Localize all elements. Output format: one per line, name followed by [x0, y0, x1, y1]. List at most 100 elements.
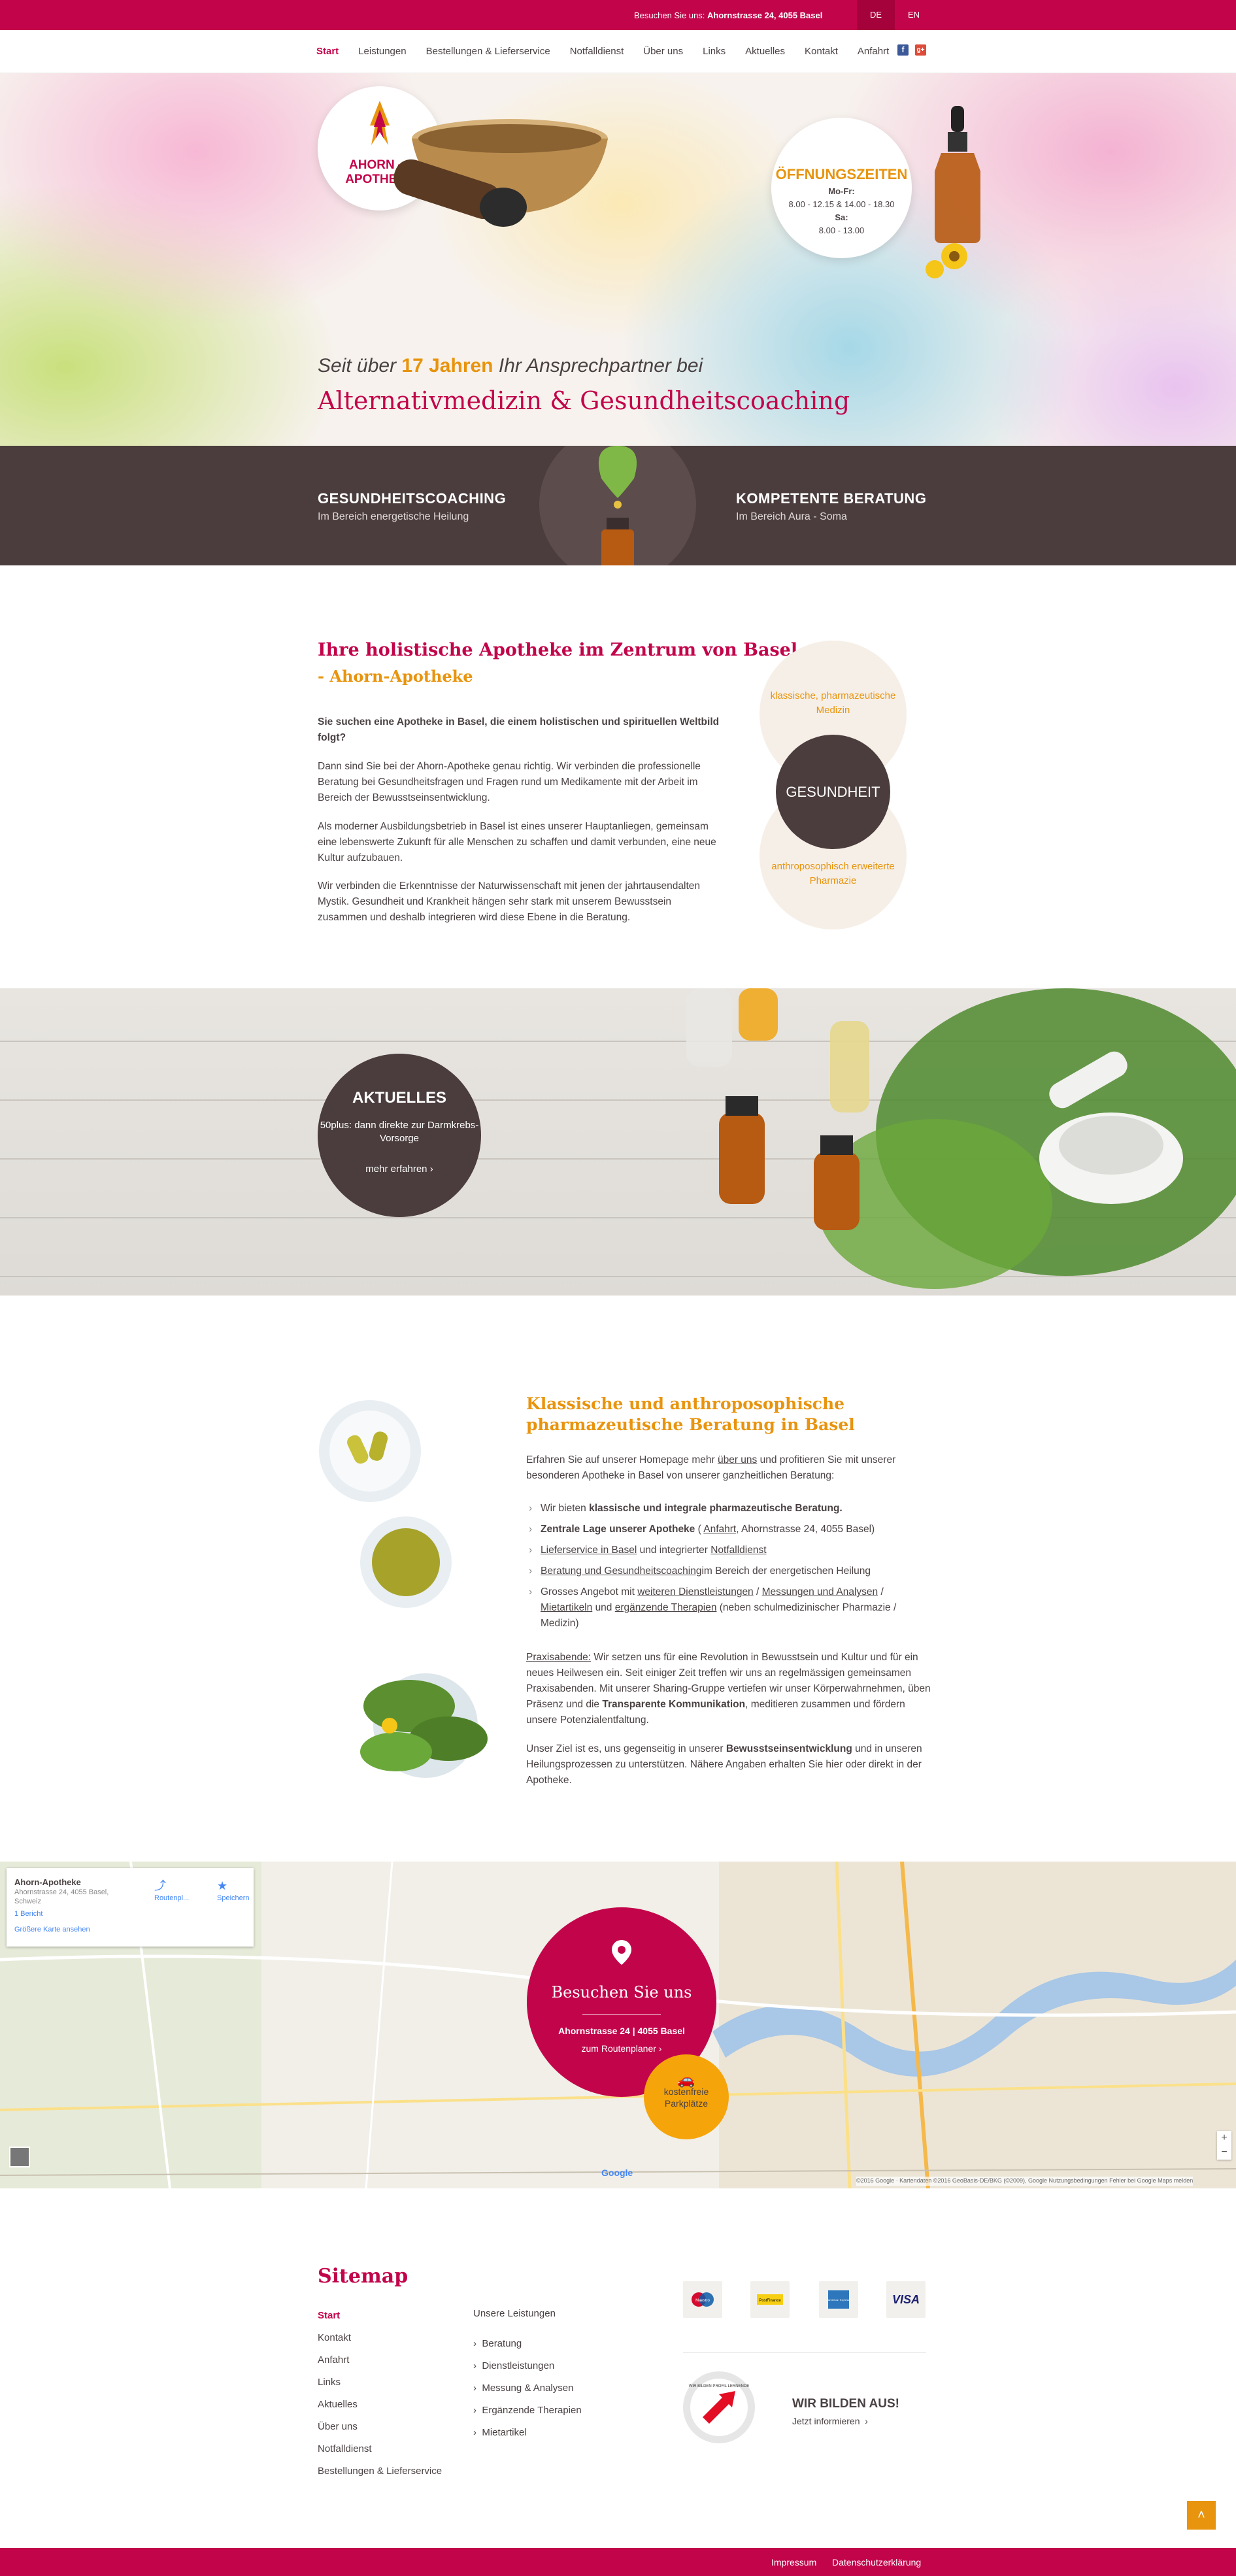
b1-pre: Wir bieten	[541, 1503, 586, 1514]
chevron-right-icon: ›	[865, 2416, 868, 2426]
nav-start[interactable]: Start	[316, 44, 339, 59]
sitemap-link[interactable]: Links	[318, 2371, 442, 2394]
intro-paragraph-2: Als moderner Ausbildungsbetrieb in Basel…	[318, 821, 716, 863]
hero-tagline: Seit über 17 Jahren Ihr Ansprechpartner …	[318, 351, 703, 380]
ausbildung-link[interactable]: Jetzt informieren ›	[792, 2415, 868, 2428]
opening-day1: Mo-Fr:	[828, 186, 855, 196]
sitemap-link[interactable]: Anfahrt	[318, 2349, 442, 2371]
p3-bold: Bewusstseinsentwicklung	[726, 1743, 852, 1754]
leistung-link[interactable]: Messung & Analysen	[482, 2383, 573, 2394]
scroll-to-top-button[interactable]: ˄	[1187, 2501, 1216, 2530]
list-item: Zentrale Lage unserer Apotheke ( Anfahrt…	[526, 1522, 931, 1537]
sitemap-title: Sitemap	[318, 2265, 409, 2288]
b1-bold: klassische und integrale pharmazeutische…	[589, 1503, 843, 1514]
google-plus-icon[interactable]: g+	[915, 44, 926, 56]
hero-tag-pre: Seit über	[318, 355, 397, 376]
ueber-uns-link[interactable]: über uns	[718, 1454, 757, 1465]
route-planner-label[interactable]: Routenpl...	[154, 1893, 189, 1904]
sitemap-col1: Start Kontakt Anfahrt Links Aktuelles Üb…	[318, 2305, 442, 2483]
visa-label: VISA	[892, 2293, 920, 2306]
leistungen-title: Unsere Leistungen	[473, 2308, 556, 2319]
lieferservice-link[interactable]: Lieferservice in Basel	[541, 1545, 637, 1556]
nav-leistungen[interactable]: Leistungen	[358, 44, 406, 59]
directions-icon[interactable]: ⤴	[154, 1877, 166, 1895]
visa-icon: VISA	[886, 2281, 926, 2318]
herbs-bottles-image	[686, 988, 1236, 1289]
services-title: Klassische und anthroposophische pharmaz…	[526, 1394, 855, 1434]
opening-title: ÖFFNUNGSZEITEN	[775, 166, 908, 182]
bottom-bar: Impressum Datenschutzerklärung	[0, 2548, 1236, 2576]
anfahrt-link[interactable]: Anfahrt	[703, 1524, 736, 1535]
save-place-label[interactable]: Speichern	[217, 1893, 250, 1904]
remedies-illustration	[319, 1400, 488, 1778]
opening-hours-badge: ÖFFNUNGSZEITEN Mo-Fr: 8.00 - 12.15 & 14.…	[771, 118, 912, 258]
sitemap-link[interactable]: Über uns	[318, 2416, 442, 2438]
visit-label: Besuchen Sie uns:	[634, 10, 705, 20]
band-right[interactable]: KOMPETENTE BERATUNG Im Bereich Aura - So…	[736, 488, 926, 525]
nav-bestellungen[interactable]: Bestellungen & Lieferservice	[426, 44, 550, 59]
aktuelles-banner: AKTUELLES 50plus: dann direkte zur Darmk…	[0, 988, 1236, 1296]
main-nav: Start Leistungen Bestellungen & Lieferse…	[0, 30, 1236, 73]
lang-de-button[interactable]: DE	[857, 0, 895, 30]
mietartikel-link[interactable]: Mietartikeln	[541, 1602, 592, 1613]
datenschutz-link[interactable]: Datenschutzerklärung	[832, 2556, 921, 2569]
nav-anfahrt[interactable]: Anfahrt	[858, 44, 889, 59]
leistung-link[interactable]: Mietartikel	[482, 2427, 526, 2438]
map-card-reviews[interactable]: 1 Bericht	[14, 1909, 42, 1920]
opening-hours1: 8.00 - 12.15 & 14.00 - 18.30	[788, 199, 895, 209]
chevron-right-icon: ›	[473, 2383, 476, 2394]
dienstleistungen-link[interactable]: weiteren Dienstleistungen	[637, 1586, 754, 1597]
sitemap-link[interactable]: Start	[318, 2305, 442, 2327]
messungen-link[interactable]: Messungen und Analysen	[762, 1586, 878, 1597]
nav-aktuelles[interactable]: Aktuelles	[745, 44, 785, 59]
aktuelles-more-link[interactable]: mehr erfahren ›	[318, 1162, 481, 1177]
sitemap-link[interactable]: Kontakt	[318, 2327, 442, 2349]
postfinance-icon: PostFinance	[750, 2281, 790, 2318]
notfalldienst-link[interactable]: Notfalldienst	[710, 1545, 766, 1556]
impressum-link[interactable]: Impressum	[771, 2556, 816, 2569]
zoom-controls[interactable]: + −	[1217, 2131, 1231, 2160]
zoom-out-icon[interactable]: −	[1217, 2145, 1231, 2160]
therapien-link[interactable]: ergänzende Therapien	[615, 1602, 717, 1613]
zoom-in-icon[interactable]: +	[1217, 2131, 1231, 2145]
street-view-thumbnail[interactable]	[9, 2147, 30, 2167]
opening-day2: Sa:	[835, 212, 848, 222]
amex-label: American Express	[828, 2298, 849, 2301]
services-band: GESUNDHEITSCOACHING Im Bereich energetis…	[0, 446, 1236, 565]
b2-post: , Ahornstrasse 24, 4055 Basel)	[736, 1524, 875, 1535]
header-address: Besuchen Sie uns: Ahornstrasse 24, 4055 …	[634, 9, 822, 22]
hero-section: AHORN — APOTHEKE ÖFFNUNGSZEITEN Mo-Fr: 8.…	[0, 73, 1236, 446]
nav-links[interactable]: Links	[703, 44, 726, 59]
sitemap-link[interactable]: Notfalldienst	[318, 2438, 442, 2460]
route-planner-link[interactable]: zum Routenplaner ›	[527, 2042, 716, 2056]
aktuelles-more-label: mehr erfahren	[365, 1163, 427, 1175]
google-map[interactable]: Ahorn-Apotheke Ahornstrasse 24, 4055 Bas…	[0, 1862, 1236, 2188]
services-intro-pre: Erfahren Sie auf unserer Homepage mehr	[526, 1454, 715, 1465]
badge-text: WIR BILDEN PROFIL LERNENDE	[689, 2384, 749, 2388]
sitemap-link[interactable]: Aktuelles	[318, 2394, 442, 2416]
leistung-link[interactable]: Beratung	[482, 2338, 522, 2349]
chevron-right-icon: ›	[473, 2360, 476, 2371]
nav-ueber-uns[interactable]: Über uns	[643, 44, 683, 59]
opening-hours2: 8.00 - 13.00	[818, 226, 865, 235]
parking-badge: 🚗 kostenfreie Parkplätze	[644, 2054, 729, 2139]
nav-kontakt[interactable]: Kontakt	[805, 44, 838, 59]
sitemap-link[interactable]: Bestellungen & Lieferservice	[318, 2460, 442, 2483]
band-left[interactable]: GESUNDHEITSCOACHING Im Bereich energetis…	[318, 488, 506, 525]
beratung-link[interactable]: Beratung und Gesundheitscoaching	[541, 1565, 701, 1577]
lang-en-button[interactable]: EN	[895, 0, 933, 30]
sitemap-col2: Unsere Leistungen › Beratung › Dienstlei…	[473, 2303, 582, 2444]
leistung-link[interactable]: Dienstleistungen	[482, 2360, 554, 2371]
maestro-icon: Maestro	[683, 2281, 722, 2318]
facebook-icon[interactable]: f	[897, 44, 909, 56]
services-list: Wir bieten klassische und integrale phar…	[526, 1501, 931, 1637]
leistung-link[interactable]: Ergänzende Therapien	[482, 2405, 581, 2416]
ausbildung-title: WIR BILDEN AUS!	[792, 2397, 899, 2411]
praxisabende-link[interactable]: Praxisabende:	[526, 1652, 591, 1663]
ziel-paragraph: Unser Ziel ist es, uns gegenseitig in un…	[526, 1741, 931, 1788]
nav-notfalldienst[interactable]: Notfalldienst	[570, 44, 624, 59]
divider	[683, 2352, 926, 2353]
star-icon[interactable]: ★	[217, 1877, 227, 1895]
larger-map-link[interactable]: Größere Karte ansehen	[14, 1924, 90, 1935]
intro-paragraph-3: Wir verbinden die Erkenntnisse der Natur…	[318, 880, 700, 923]
